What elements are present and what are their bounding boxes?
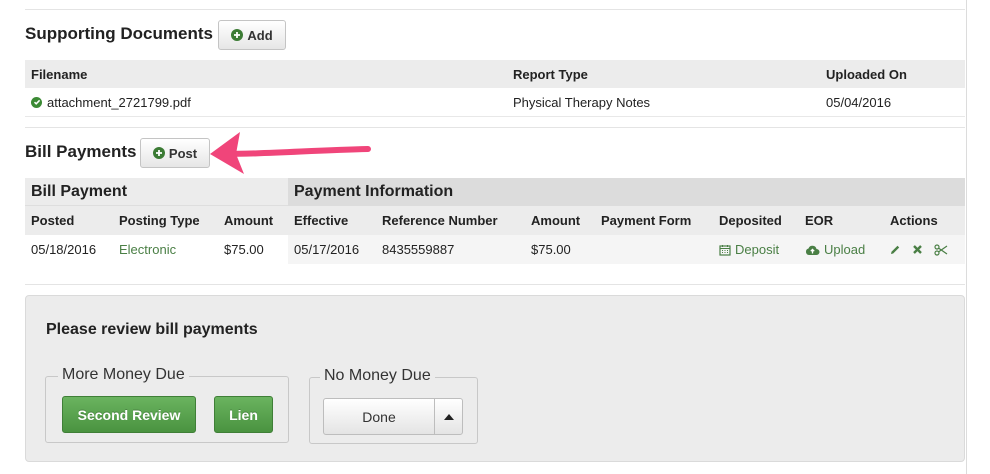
filename-text: attachment_2721799.pdf xyxy=(47,94,191,110)
filename-cell[interactable]: attachment_2721799.pdf xyxy=(31,88,191,116)
amount-cell: $75.00 xyxy=(224,242,264,257)
column-eor: EOR xyxy=(805,213,834,228)
column-reference-number: Reference Number xyxy=(382,213,498,228)
delete-x-icon xyxy=(913,245,922,254)
annotation-arrow-icon xyxy=(210,132,371,174)
payment-information-group-header: Payment Information xyxy=(288,178,965,206)
plus-circle-icon xyxy=(152,147,165,159)
column-payment-amount: Amount xyxy=(531,213,581,228)
scissors-icon xyxy=(934,243,948,256)
table-row: attachment_2721799.pdf Physical Therapy … xyxy=(25,88,965,117)
report-type-cell: Physical Therapy Notes xyxy=(513,94,651,110)
posted-cell: 05/18/2016 xyxy=(31,242,97,257)
group-payment-information-label: Payment Information xyxy=(294,183,454,200)
section-divider xyxy=(25,284,965,285)
more-money-due-group: More Money Due Second Review Lien xyxy=(45,366,289,443)
column-actions: Actions xyxy=(890,213,938,228)
column-posting-type: Posting Type xyxy=(119,213,200,228)
second-review-button[interactable]: Second Review xyxy=(62,396,196,433)
cloud-upload-icon xyxy=(805,244,820,256)
column-uploaded-on: Uploaded On xyxy=(826,66,907,82)
add-button-label: Add xyxy=(247,27,273,43)
reference-number-cell: 8435559887 xyxy=(382,242,455,257)
done-button[interactable]: Done xyxy=(323,398,435,435)
column-deposited: Deposited xyxy=(719,213,782,228)
pencil-icon xyxy=(891,245,900,254)
post-button-label: Post xyxy=(168,145,198,161)
upload-label: Upload xyxy=(824,242,866,257)
panel-right-border xyxy=(966,0,967,474)
section-divider xyxy=(25,127,965,128)
uploaded-on-cell: 05/04/2016 xyxy=(826,94,892,110)
column-payment-form: Payment Form xyxy=(601,213,692,228)
deposit-label: Deposit xyxy=(735,242,780,257)
more-money-due-legend: More Money Due xyxy=(58,366,189,384)
column-amount: Amount xyxy=(224,213,274,228)
caret-up-icon xyxy=(443,413,454,420)
bill-payment-group-header: Bill Payment xyxy=(25,178,288,206)
column-posted: Posted xyxy=(31,213,75,228)
check-circle-icon xyxy=(31,96,42,108)
plus-circle-icon xyxy=(231,29,244,41)
calendar-icon xyxy=(719,244,731,256)
split-payment-action[interactable] xyxy=(934,235,948,264)
review-panel: Please review bill payments More Money D… xyxy=(25,295,965,462)
bill-payments-title: Bill Payments xyxy=(25,142,137,161)
group-bill-payment-label: Bill Payment xyxy=(31,183,128,200)
documents-table-header: Filename Report Type Uploaded On xyxy=(25,60,965,88)
delete-payment-action[interactable] xyxy=(912,235,923,264)
posting-type-cell: Electronic xyxy=(119,242,177,257)
no-money-due-legend: No Money Due xyxy=(320,367,435,385)
documents-table: Filename Report Type Uploaded On attachm… xyxy=(25,60,965,117)
upload-eor-link[interactable]: Upload xyxy=(805,235,865,264)
top-divider xyxy=(25,9,965,10)
lien-button[interactable]: Lien xyxy=(214,396,273,433)
edit-payment-action[interactable] xyxy=(889,235,901,264)
deposit-link[interactable]: Deposit xyxy=(719,235,779,264)
effective-cell: 05/17/2016 xyxy=(294,242,360,257)
column-report-type: Report Type xyxy=(513,66,588,82)
done-options-toggle[interactable] xyxy=(434,398,463,435)
payment-amount-cell: $75.00 xyxy=(531,242,571,257)
no-money-due-group: No Money Due Done xyxy=(309,367,478,444)
supporting-documents-title: Supporting Documents xyxy=(25,24,213,43)
column-filename: Filename xyxy=(31,66,88,82)
column-effective: Effective xyxy=(294,213,349,228)
review-title: Please review bill payments xyxy=(46,321,258,338)
add-document-button[interactable]: Add xyxy=(218,20,286,50)
